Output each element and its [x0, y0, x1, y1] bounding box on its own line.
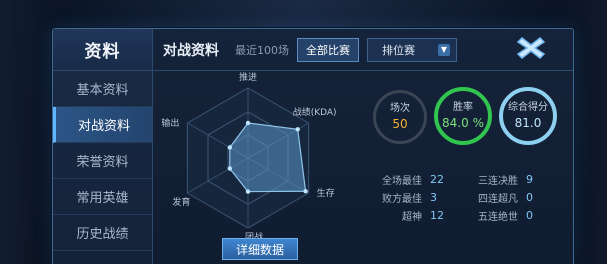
stat-label: 四连超凡: [478, 194, 518, 205]
stat-value: 0: [526, 191, 533, 204]
games-count-circle: 场次 50: [373, 90, 427, 144]
stat-mvp-losing: 败方最佳 3: [382, 190, 437, 205]
stat-label: 全场最佳: [382, 176, 422, 187]
stat-label: 败方最佳: [382, 194, 422, 205]
radar-axis-label: 发育: [172, 196, 190, 208]
chevron-down-icon: ▼: [438, 43, 450, 56]
sidebar-item-common-heroes[interactable]: 常用英雄: [53, 179, 152, 215]
close-button[interactable]: [512, 34, 550, 62]
radar-axis-label: 生存: [317, 187, 335, 199]
background-art-left: [0, 0, 60, 264]
top-bar: 对战资料 最近100场 全部比赛 排位赛 ▼: [153, 29, 573, 71]
radar-point: [303, 189, 308, 194]
stat-quadra-kill: 四连超凡 0: [478, 190, 533, 205]
stat-label: 三连决胜: [478, 176, 518, 187]
radar-axis-label: 推进: [239, 72, 257, 83]
section-title: 对战资料: [163, 42, 219, 59]
overall-score-value: 81.0: [514, 115, 542, 130]
win-rate-circle: 胜率 84.0 %: [434, 87, 492, 145]
detail-data-button[interactable]: 详细数据: [222, 238, 298, 260]
sidebar-item-basic-info[interactable]: 基本资料: [53, 71, 152, 107]
radar-value-area: [229, 122, 307, 193]
stat-value: 12: [430, 209, 444, 222]
sidebar: 资料 基本资料 对战资料 荣誉资料 常用英雄 历史战绩: [53, 29, 153, 264]
win-rate-label: 胜率: [453, 101, 473, 113]
stat-value: 0: [526, 209, 533, 222]
stat-value: 22: [430, 173, 444, 186]
stat-legendary: 超神 12: [402, 208, 444, 223]
games-value: 50: [392, 116, 408, 131]
all-matches-button[interactable]: 全部比赛: [297, 37, 359, 62]
sidebar-item-battle-info[interactable]: 对战资料: [53, 107, 152, 143]
stat-value: 9: [526, 173, 533, 186]
radar-axis-label: 战绩(KDA): [293, 106, 337, 118]
overall-score-circle: 综合得分 81.0: [499, 87, 557, 145]
radar-axis-label: 输出: [161, 117, 179, 129]
radar-chart: 推进战绩(KDA)生存团战发育输出: [155, 71, 370, 264]
radar-point: [227, 145, 233, 150]
close-icon: [516, 37, 546, 59]
mode-dropdown-value: 排位赛: [382, 43, 415, 57]
stat-mvp-all: 全场最佳 22: [382, 172, 444, 187]
stat-label: 超神: [402, 212, 422, 223]
stat-value: 3: [430, 191, 437, 204]
radar-point: [245, 120, 251, 126]
sidebar-title: 资料: [53, 29, 152, 71]
recent-games-label: 最近100场: [235, 43, 289, 57]
stat-penta-kill: 五连绝世 0: [478, 208, 533, 223]
games-label: 场次: [390, 102, 410, 114]
stat-triple-kill: 三连决胜 9: [478, 172, 533, 187]
win-rate-value: 84.0 %: [442, 115, 484, 130]
sidebar-item-honor-info[interactable]: 荣誉资料: [53, 143, 152, 179]
mode-dropdown[interactable]: 排位赛 ▼: [367, 37, 457, 62]
radar-point: [295, 127, 300, 132]
sidebar-item-match-history[interactable]: 历史战绩: [53, 215, 152, 251]
radar-point: [245, 189, 251, 194]
overall-score-label: 综合得分: [508, 101, 548, 113]
stat-label: 五连绝世: [478, 212, 518, 223]
radar-point: [227, 166, 233, 171]
